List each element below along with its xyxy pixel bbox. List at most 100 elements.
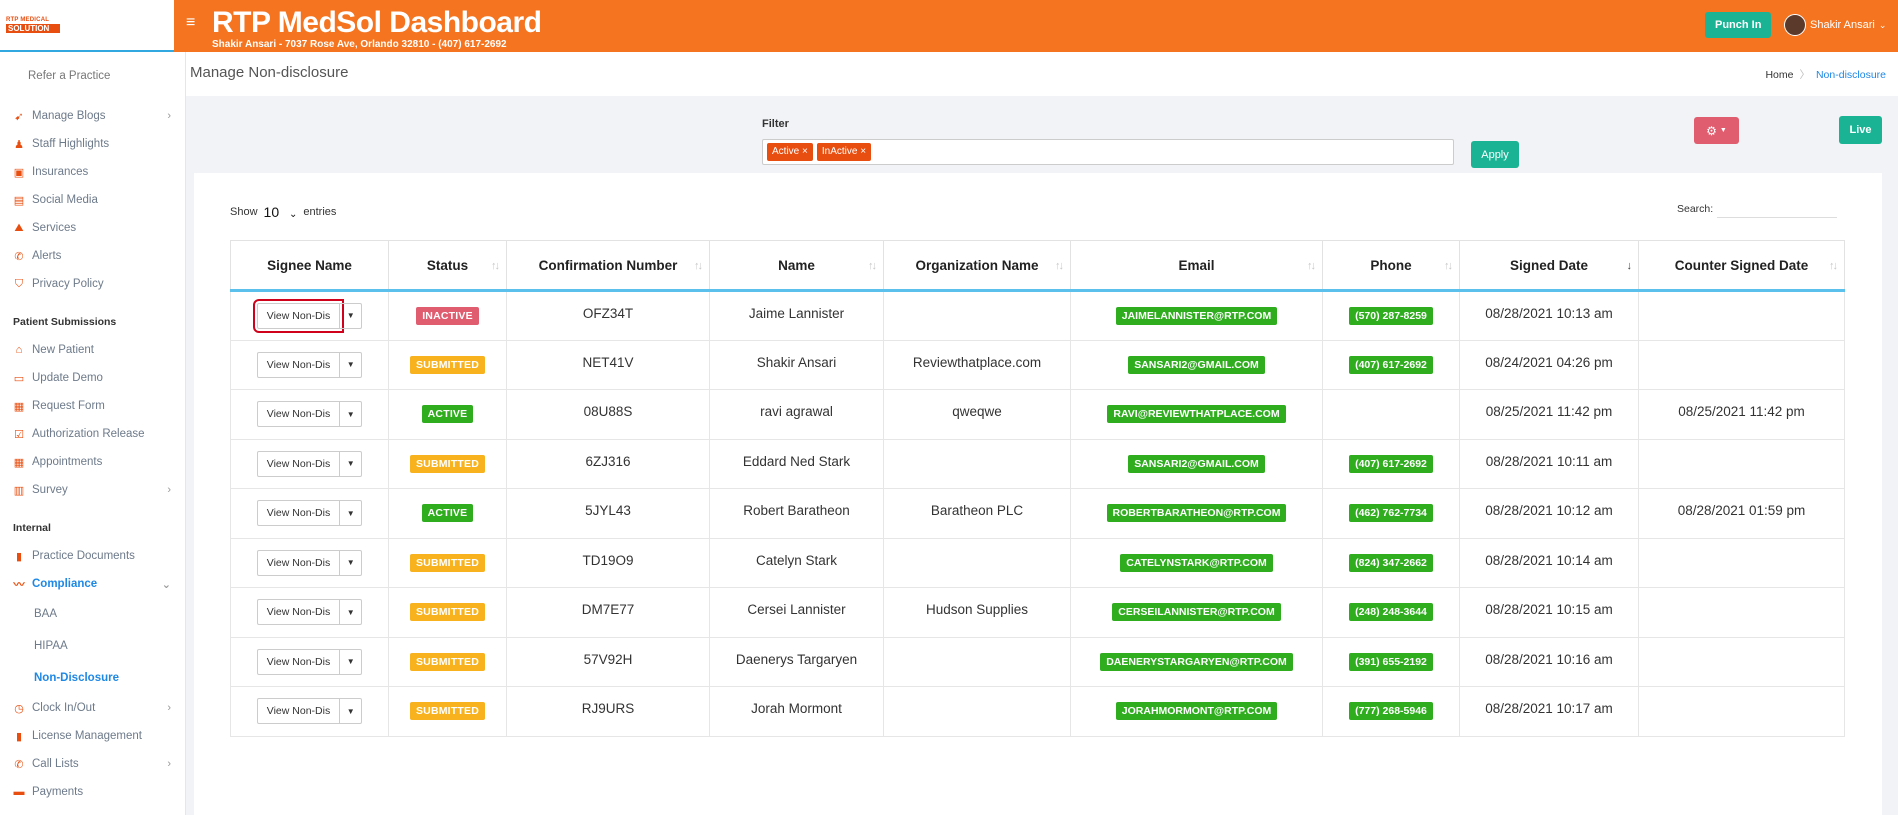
caret-down-icon[interactable]: ▼ — [340, 500, 363, 527]
signee-cell: View Non-Dis ▼ — [230, 438, 389, 489]
sidebar-item-payments[interactable]: ▬ Payments — [0, 778, 185, 806]
signed-date-cell: 08/28/2021 10:17 am — [1459, 686, 1639, 737]
confirmation-cell: NET41V — [506, 339, 710, 390]
column-header-label: Signee Name — [267, 257, 352, 273]
view-non-dis-group: View Non-Dis ▼ — [256, 401, 363, 428]
live-button[interactable]: Live — [1839, 116, 1882, 144]
table-row: View Non-Dis ▼ SUBMITTED 57V92H Daenerys Tar… — [230, 636, 1845, 687]
filter-input[interactable]: Active × InActive × — [762, 139, 1454, 165]
view-non-dis-button[interactable]: View Non-Dis — [256, 500, 341, 527]
column-header-phone[interactable]: Phone ↑↓ — [1322, 240, 1460, 292]
sidebar-item-authorization-release[interactable]: ☑ Authorization Release — [0, 420, 185, 448]
column-header-signed-date[interactable]: Signed Date ↓ — [1459, 240, 1639, 292]
email-cell: CERSEILANNISTER@RTP.COM — [1070, 587, 1323, 638]
filter-tag-active[interactable]: Active × — [767, 143, 813, 161]
logo-line2: SOLUTION — [6, 24, 60, 33]
sidebar-item-social-media[interactable]: ▤ Social Media — [0, 186, 185, 214]
sidebar-subitem-non-disclosure[interactable]: Non-Disclosure — [0, 662, 185, 694]
view-non-dis-group: View Non-Dis ▼ — [256, 450, 363, 477]
settings-dropdown-button[interactable]: ⚙ ▼ — [1694, 117, 1739, 144]
sidebar-subitem-hipaa[interactable]: HIPAA — [0, 630, 185, 662]
section-header-internal: Internal — [13, 522, 51, 534]
sidebar-item-license-management[interactable]: ▮ License Management — [0, 722, 185, 750]
phone-icon: ✆ — [14, 758, 24, 771]
column-header-organization-name[interactable]: Organization Name ↑↓ — [883, 240, 1071, 292]
entries-select[interactable]: 10 ⌄ — [264, 204, 298, 220]
column-header-name[interactable]: Name ↑↓ — [709, 240, 884, 292]
filter-tag-inactive[interactable]: InActive × — [816, 143, 872, 161]
view-non-dis-button[interactable]: View Non-Dis — [256, 401, 341, 428]
view-non-dis-button[interactable]: View Non-Dis — [256, 698, 341, 725]
column-header-status[interactable]: Status ↑↓ — [388, 240, 507, 292]
table-row: View Non-Dis ▼ SUBMITTED 6ZJ316 Eddard Ned S… — [230, 438, 1845, 489]
sidebar-item-new-patient[interactable]: ⌂ New Patient — [0, 336, 185, 364]
sidebar-item-services[interactable]: ⛰ Services — [0, 214, 185, 242]
sidebar-item-appointments[interactable]: ▦ Appointments — [0, 448, 185, 476]
view-non-dis-button[interactable]: View Non-Dis — [252, 298, 345, 333]
name-cell: Jorah Mormont — [709, 686, 884, 737]
view-non-dis-button[interactable]: View Non-Dis — [256, 549, 341, 576]
column-header-label: Confirmation Number — [538, 257, 678, 273]
apply-button[interactable]: Apply — [1471, 141, 1519, 168]
entries-label: entries — [303, 206, 337, 218]
sidebar-item-label: Payments — [32, 786, 84, 798]
sidebar-item-practice-documents[interactable]: ▮ Practice Documents — [0, 542, 185, 570]
counter-signed-date-cell — [1638, 537, 1845, 588]
caret-down-icon[interactable]: ▼ — [340, 599, 363, 626]
view-non-dis-button[interactable]: View Non-Dis — [256, 599, 341, 626]
phone-badge: (570) 287-8259 — [1349, 306, 1433, 325]
signee-cell: View Non-Dis ▼ — [230, 339, 389, 390]
sidebar-item-clock-in-out[interactable]: ◷ Clock In/Out › — [0, 694, 185, 722]
column-header-email[interactable]: Email ↑↓ — [1070, 240, 1323, 292]
view-non-dis-button[interactable]: View Non-Dis — [256, 450, 341, 477]
refer-practice-link[interactable]: Refer a Practice — [0, 52, 185, 102]
sidebar-item-staff-highlights[interactable]: ♟ Staff Highlights — [0, 130, 185, 158]
sidebar-subitem-baa[interactable]: BAA — [0, 598, 185, 630]
sidebar-item-compliance[interactable]: 〰 Compliance ⌄ — [0, 570, 185, 598]
punch-in-button[interactable]: Punch In — [1705, 12, 1772, 38]
caret-down-icon[interactable]: ▼ — [340, 549, 363, 576]
view-non-dis-button[interactable]: View Non-Dis — [256, 648, 341, 675]
document-icon: ▮ — [15, 550, 23, 563]
caret-down-icon[interactable]: ▼ — [340, 450, 363, 477]
email-cell: RAVI@REVIEWTHATPLACE.COM — [1070, 389, 1323, 440]
column-header-counter-signed-date[interactable]: Counter Signed Date ↑↓ — [1638, 240, 1845, 292]
column-header-label: Organization Name — [915, 257, 1039, 273]
sidebar-item-call-lists[interactable]: ✆ Call Lists › — [0, 750, 185, 778]
chevron-right-icon: › — [167, 484, 171, 496]
sidebar-item-manage-blogs[interactable]: ➹ Manage Blogs › — [0, 102, 185, 130]
sidebar-item-survey[interactable]: ▥ Survey › — [0, 476, 185, 504]
status-badge: ACTIVE — [421, 405, 474, 424]
sidebar-item-update-demo[interactable]: ▭ Update Demo — [0, 364, 185, 392]
status-cell: SUBMITTED — [388, 587, 507, 638]
email-cell: CATELYNSTARK@RTP.COM — [1070, 537, 1323, 588]
menu-toggle-icon[interactable]: ≡ — [186, 14, 195, 32]
view-non-dis-button[interactable]: View Non-Dis — [256, 351, 341, 378]
search-input[interactable] — [1717, 217, 1837, 218]
signee-cell: View Non-Dis ▼ — [230, 537, 389, 588]
sidebar-item-insurances[interactable]: ▣ Insurances — [0, 158, 185, 186]
column-header-signee-name[interactable]: Signee Name — [230, 240, 389, 292]
caret-down-icon[interactable]: ▼ — [340, 401, 363, 428]
sidebar-item-request-form[interactable]: ▦ Request Form — [0, 392, 185, 420]
sidebar-item-label: Insurances — [32, 166, 89, 178]
sidebar-item-privacy-policy[interactable]: ⛉ Privacy Policy — [0, 270, 185, 298]
remove-tag-icon[interactable]: × — [802, 146, 808, 157]
breadcrumb-home[interactable]: Home — [1765, 69, 1793, 81]
caret-down-icon[interactable]: ▼ — [340, 648, 363, 675]
logo-area: RTP MEDICAL SOLUTION — [0, 0, 185, 52]
email-badge: RAVI@REVIEWTHATPLACE.COM — [1107, 405, 1286, 424]
user-menu[interactable]: Shakir Ansari ⌄ — [1784, 14, 1886, 36]
caret-down-icon[interactable]: ▼ — [340, 698, 363, 725]
app-title: RTP MedSol Dashboard — [212, 6, 542, 39]
column-header-confirmation-number[interactable]: Confirmation Number ↑↓ — [506, 240, 710, 292]
logo[interactable]: RTP MEDICAL SOLUTION — [6, 16, 60, 34]
phone-badge: (407) 617-2692 — [1349, 454, 1433, 473]
signed-date-cell: 08/28/2021 10:13 am — [1459, 290, 1639, 341]
organization-cell: Hudson Supplies — [883, 587, 1071, 638]
remove-tag-icon[interactable]: × — [860, 146, 866, 157]
caret-down-icon[interactable]: ▼ — [340, 351, 363, 378]
id-card-icon: ▭ — [13, 372, 25, 385]
sidebar-item-alerts[interactable]: ✆ Alerts — [0, 242, 185, 270]
caret-down-icon[interactable]: ▼ — [340, 302, 363, 329]
